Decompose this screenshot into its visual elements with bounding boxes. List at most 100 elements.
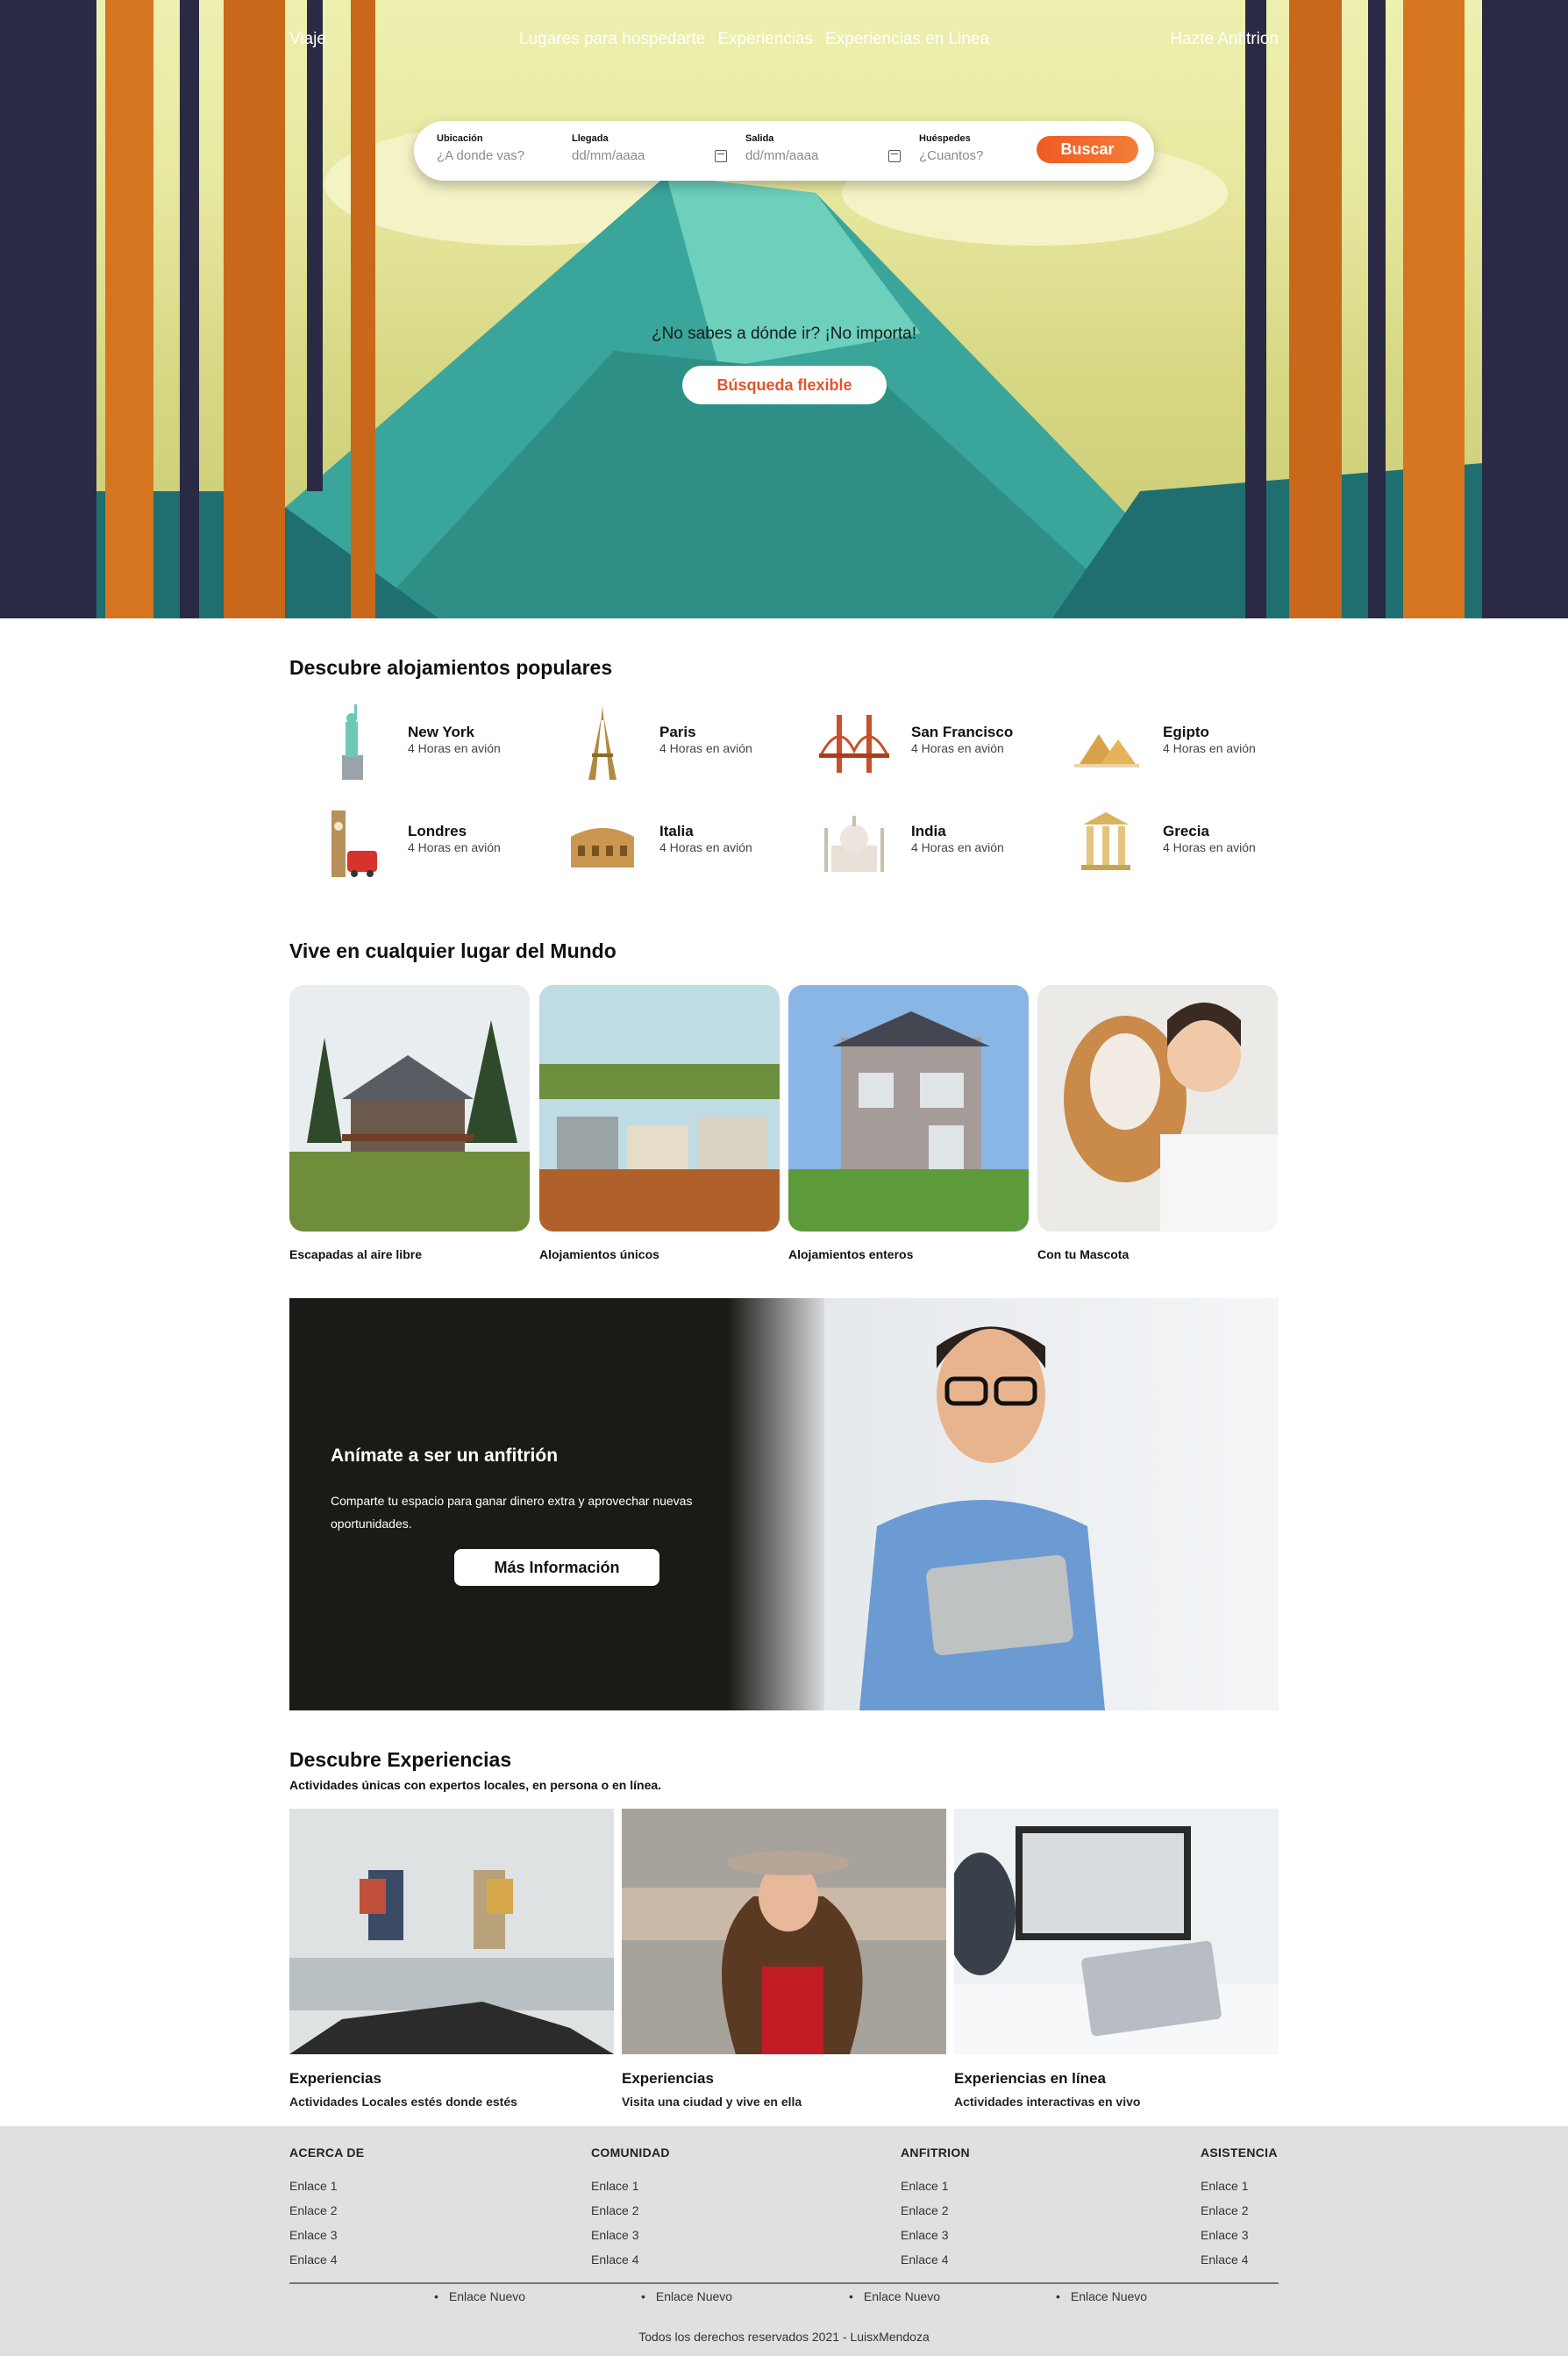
footer-link[interactable]: Enlace 4 bbox=[901, 2252, 970, 2267]
destination-name: San Francisco bbox=[911, 724, 1014, 740]
destination-time: 4 Horas en avión bbox=[659, 840, 752, 854]
experience-card[interactable]: Experiencias Actividades Locales estés d… bbox=[289, 1809, 614, 2109]
destination-item[interactable]: India 4 Horas en avión bbox=[793, 796, 1038, 884]
experience-title: Experiencias bbox=[622, 2070, 714, 2087]
taj-mahal-icon bbox=[824, 816, 884, 872]
checkout-input[interactable]: dd/mm/aaaa bbox=[745, 148, 818, 163]
footer-new-link[interactable]: Enlace Nuevo bbox=[641, 2289, 732, 2303]
more-info-button[interactable]: Más Información bbox=[454, 1549, 659, 1586]
stay-card-outdoors[interactable]: Escapadas al aire libre bbox=[289, 985, 530, 1261]
destination-time: 4 Horas en avión bbox=[659, 741, 752, 755]
location-label: Ubicación bbox=[437, 133, 483, 144]
footer-link[interactable]: Enlace 2 bbox=[591, 2203, 670, 2217]
stay-card-pets[interactable]: Con tu Mascota bbox=[1037, 985, 1278, 1261]
search-bar: Ubicación ¿A donde vas? Llegada dd/mm/aa… bbox=[414, 121, 1154, 181]
footer-link[interactable]: Enlace 2 bbox=[901, 2203, 970, 2217]
anywhere-title: Vive en cualquier lugar del Mundo bbox=[289, 939, 617, 962]
footer-column-support: ASISTENCIA Enlace 1 Enlace 2 Enlace 3 En… bbox=[1201, 2145, 1278, 2277]
pyramids-icon bbox=[1074, 734, 1139, 767]
footer-new-link[interactable]: Enlace Nuevo bbox=[849, 2289, 940, 2303]
city-traveler-photo bbox=[622, 1809, 946, 2054]
experiences-title: Descubre Experiencias bbox=[289, 1748, 512, 1771]
destination-time: 4 Horas en avión bbox=[911, 840, 1004, 854]
checkin-field[interactable]: Llegada dd/mm/aaaa bbox=[572, 133, 728, 163]
search-button[interactable]: Buscar bbox=[1037, 136, 1138, 163]
destination-time: 4 Horas en avión bbox=[911, 741, 1004, 755]
destination-name: Londres bbox=[408, 823, 467, 839]
nav-link-stays[interactable]: Lugares para hospedarte bbox=[519, 30, 705, 49]
flexible-question: ¿No sabes a dónde ir? ¡No importa! bbox=[651, 325, 917, 343]
nav-link-online-experiences[interactable]: Experiencias en Linea bbox=[825, 30, 989, 49]
footer-link[interactable]: Enlace 3 bbox=[289, 2228, 364, 2242]
experience-subtitle: Actividades Locales estés donde estés bbox=[289, 2095, 517, 2109]
host-photo bbox=[824, 1298, 1279, 1710]
destination-item[interactable]: San Francisco 4 Horas en avión bbox=[793, 697, 1038, 785]
footer-new-link[interactable]: Enlace Nuevo bbox=[1056, 2289, 1147, 2303]
experience-subtitle: Actividades interactivas en vivo bbox=[954, 2095, 1141, 2109]
footer-link[interactable]: Enlace 3 bbox=[901, 2228, 970, 2242]
card-caption: Alojamientos únicos bbox=[539, 1247, 659, 1261]
destination-time: 4 Horas en avión bbox=[408, 840, 501, 854]
checkin-input[interactable]: dd/mm/aaaa bbox=[572, 148, 645, 163]
destination-name: Grecia bbox=[1163, 823, 1209, 839]
flexible-search-button[interactable]: Búsqueda flexible bbox=[682, 366, 887, 404]
host-banner: Anímate a ser un anfitrión Comparte tu e… bbox=[289, 1298, 1279, 1710]
footer-link[interactable]: Enlace 1 bbox=[289, 2179, 364, 2193]
destination-name: Egipto bbox=[1163, 724, 1209, 740]
footer-column-title: ASISTENCIA bbox=[1201, 2145, 1278, 2160]
footer-link[interactable]: Enlace 1 bbox=[901, 2179, 970, 2193]
guests-input[interactable]: ¿Cuantos? bbox=[919, 148, 983, 163]
colosseum-icon bbox=[571, 828, 634, 867]
big-ben-icon bbox=[331, 810, 377, 877]
destination-name: Paris bbox=[659, 724, 696, 740]
host-title: Anímate a ser un anfitrión bbox=[331, 1446, 559, 1466]
eiffel-tower-icon bbox=[588, 706, 617, 780]
footer-link[interactable]: Enlace 3 bbox=[591, 2228, 670, 2242]
location-input[interactable]: ¿A donde vas? bbox=[437, 148, 524, 163]
footer-link[interactable]: Enlace 2 bbox=[289, 2203, 364, 2217]
calendar-icon[interactable] bbox=[715, 149, 728, 162]
destination-time: 4 Horas en avión bbox=[1163, 840, 1256, 854]
terrace-photo bbox=[539, 985, 780, 1232]
footer-link[interactable]: Enlace 4 bbox=[1201, 2252, 1278, 2267]
checkout-field[interactable]: Salida dd/mm/aaaa bbox=[745, 133, 902, 163]
guests-field[interactable]: Huéspedes ¿Cuantos? bbox=[919, 133, 983, 163]
footer-link[interactable]: Enlace 2 bbox=[1201, 2203, 1278, 2217]
experience-title: Experiencias en línea bbox=[954, 2070, 1106, 2087]
stay-card-unique[interactable]: Alojamientos únicos bbox=[539, 985, 780, 1261]
footer-link[interactable]: Enlace 1 bbox=[1201, 2179, 1278, 2193]
card-caption: Escapadas al aire libre bbox=[289, 1247, 422, 1261]
destination-item[interactable]: Londres 4 Horas en avión bbox=[289, 796, 535, 884]
calendar-icon[interactable] bbox=[888, 149, 902, 162]
destination-item[interactable]: New York 4 Horas en avión bbox=[289, 697, 535, 785]
nav-link-experiences[interactable]: Experiencias bbox=[717, 30, 813, 49]
experience-card[interactable]: Experiencias Visita una ciudad y vive en… bbox=[622, 1809, 946, 2109]
guests-label: Huéspedes bbox=[919, 133, 971, 144]
copyright-text: Todos los derechos reservados 2021 - Lui… bbox=[638, 2330, 930, 2344]
stay-card-entire[interactable]: Alojamientos enteros bbox=[788, 985, 1029, 1261]
location-field[interactable]: Ubicación ¿A donde vas? bbox=[437, 133, 524, 163]
footer-column-title: ANFITRION bbox=[901, 2145, 970, 2160]
checkin-label: Llegada bbox=[572, 133, 609, 144]
footer-link[interactable]: Enlace 1 bbox=[591, 2179, 670, 2193]
footer-link[interactable]: Enlace 4 bbox=[289, 2252, 364, 2267]
destination-item[interactable]: Grecia 4 Horas en avión bbox=[1044, 796, 1290, 884]
destination-item[interactable]: Italia 4 Horas en avión bbox=[541, 796, 787, 884]
footer-column-about: ACERCA DE Enlace 1 Enlace 2 Enlace 3 Enl… bbox=[289, 2145, 364, 2277]
experience-title: Experiencias bbox=[289, 2070, 381, 2087]
footer-new-link[interactable]: Enlace Nuevo bbox=[434, 2289, 525, 2303]
brand-logo[interactable]: Viaje bbox=[289, 30, 326, 49]
experience-card[interactable]: Experiencias en línea Actividades intera… bbox=[954, 1809, 1279, 2109]
destination-item[interactable]: Egipto 4 Horas en avión bbox=[1044, 697, 1290, 785]
online-meeting-photo bbox=[954, 1809, 1279, 2054]
footer-column-title: ACERCA DE bbox=[289, 2145, 365, 2160]
destination-item[interactable]: Paris 4 Horas en avión bbox=[541, 697, 787, 785]
hikers-photo bbox=[289, 1809, 614, 2054]
become-host-link[interactable]: Hazte Anfitrion bbox=[1170, 30, 1279, 49]
footer-link[interactable]: Enlace 3 bbox=[1201, 2228, 1278, 2242]
footer-link[interactable]: Enlace 4 bbox=[591, 2252, 670, 2267]
destination-name: India bbox=[911, 823, 946, 839]
greek-temple-icon bbox=[1081, 812, 1130, 870]
statue-of-liberty-icon bbox=[342, 704, 363, 780]
footer-column-title: COMUNIDAD bbox=[591, 2145, 670, 2160]
